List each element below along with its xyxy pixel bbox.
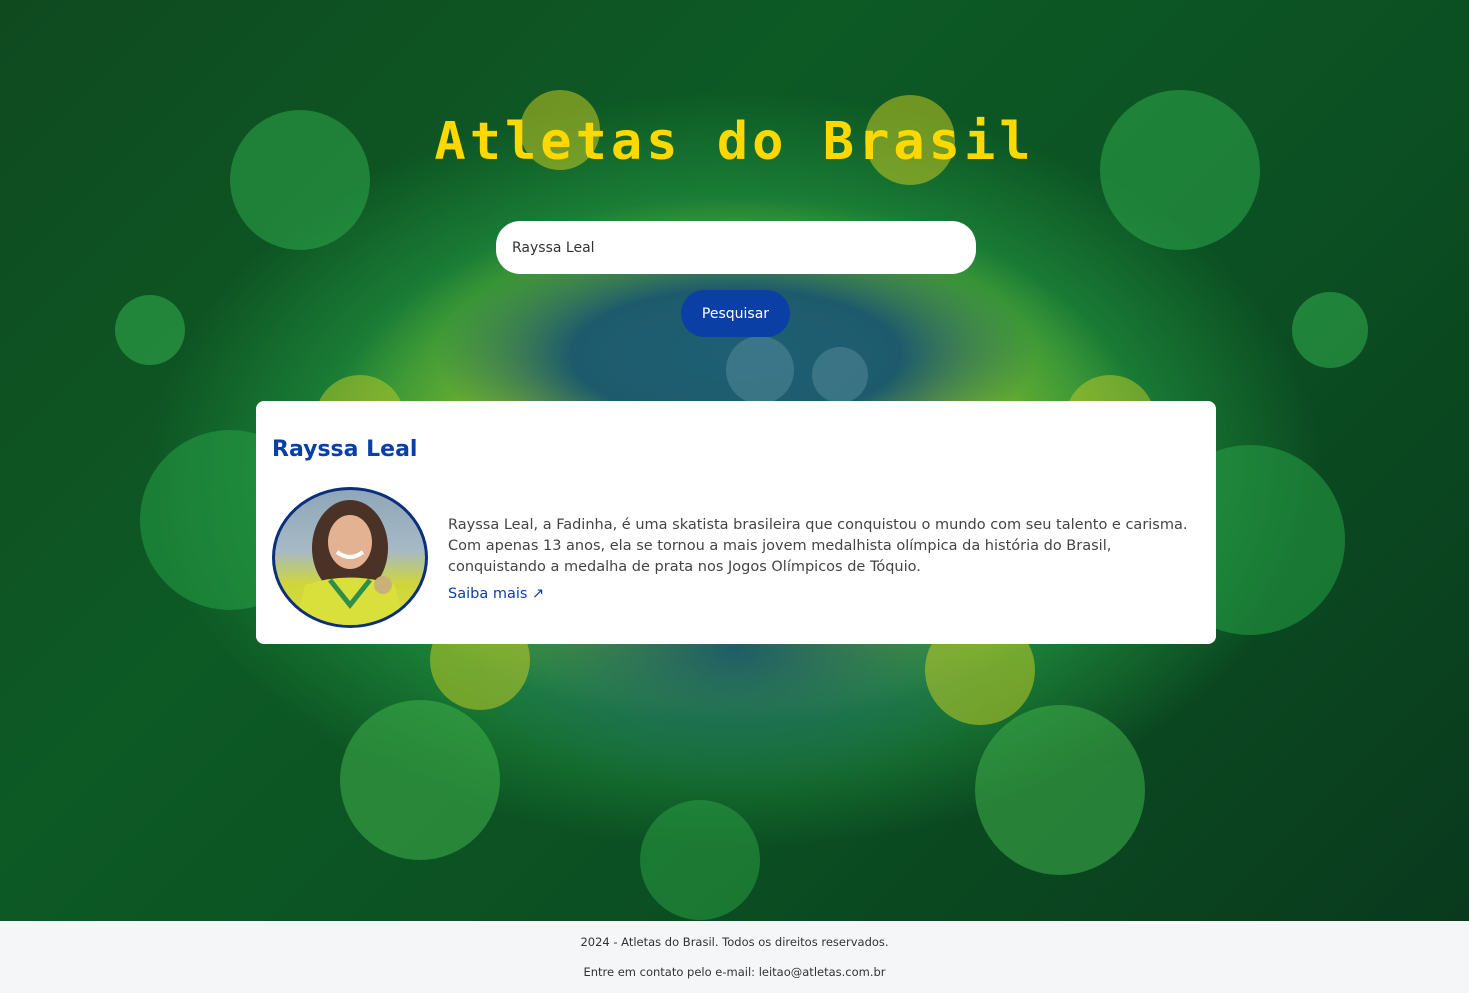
athlete-description: Rayssa Leal, a Fadinha, é uma skatista b… (448, 517, 1188, 575)
learn-more-link[interactable]: Saiba mais ↗ (448, 586, 544, 602)
athlete-photo (295, 500, 405, 625)
page: Atletas do Brasil Pesquisar Rayssa Leal … (0, 0, 1469, 993)
page-title: Atletas do Brasil (434, 112, 1035, 172)
footer-copyright: 2024 - Atletas do Brasil. Todos os direi… (580, 935, 889, 949)
athlete-card: Rayssa Leal Rayssa Leal, a Fadinha, é um… (256, 401, 1216, 644)
search-input[interactable] (496, 221, 976, 274)
athlete-avatar (272, 487, 428, 628)
footer-contact: Entre em contato pelo e-mail: leitao@atl… (583, 965, 886, 979)
footer: 2024 - Atletas do Brasil. Todos os direi… (0, 921, 1469, 993)
search-button[interactable]: Pesquisar (681, 290, 790, 337)
athlete-name: Rayssa Leal (272, 437, 418, 462)
